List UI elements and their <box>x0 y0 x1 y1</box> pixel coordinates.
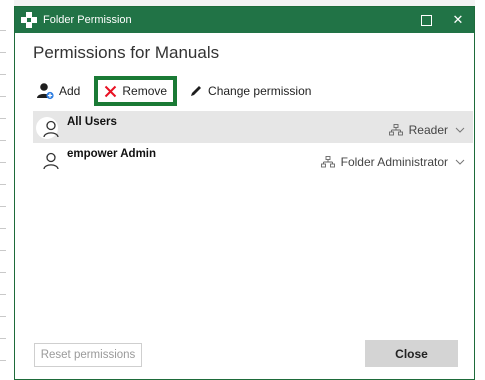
role-value: Reader <box>408 123 448 137</box>
folder-permission-dialog: Folder Permission ✕ Permissions for Manu… <box>14 6 475 380</box>
close-icon: ✕ <box>452 12 464 27</box>
background-sheet-right <box>475 0 485 380</box>
role-value: Folder Administrator <box>340 155 448 169</box>
app-icon <box>21 12 37 28</box>
remove-label: Remove <box>122 84 168 98</box>
add-button[interactable]: Add <box>33 75 84 107</box>
role-dropdown[interactable]: Reader <box>388 123 465 137</box>
role-hierarchy-icon <box>388 124 403 136</box>
chevron-down-icon <box>455 127 465 133</box>
close-button[interactable]: Close <box>365 340 458 367</box>
maximize-icon <box>420 14 432 26</box>
window-title: Folder Permission <box>43 14 132 26</box>
role-dropdown[interactable]: Folder Administrator <box>320 155 465 169</box>
toolbar: Add Remove Change permission <box>33 75 311 107</box>
permission-row-all-users[interactable]: All Users Reader <box>33 111 473 143</box>
page-title: Permissions for Manuals <box>33 43 220 62</box>
title-bar[interactable]: Folder Permission ✕ <box>15 7 474 33</box>
permission-row-empower-admin[interactable]: empower Admin Folder Administrator <box>33 143 473 175</box>
change-permission-button[interactable]: Change permission <box>189 75 311 107</box>
reset-permissions-button[interactable]: Reset permissions <box>34 343 142 367</box>
background-sheet-left <box>0 0 14 380</box>
maximize-button[interactable] <box>410 7 442 33</box>
permission-list: All Users Reader empower Admin Folder Ad… <box>33 111 473 175</box>
remove-button[interactable]: Remove <box>94 76 178 106</box>
user-name: empower Admin <box>67 148 157 160</box>
user-name: All Users <box>67 116 117 128</box>
close-window-button[interactable]: ✕ <box>442 7 474 33</box>
add-label: Add <box>59 84 81 98</box>
add-user-icon <box>37 83 54 100</box>
chevron-down-icon <box>455 159 465 165</box>
pen-icon <box>191 86 202 96</box>
remove-x-icon <box>105 85 117 97</box>
change-permission-label: Change permission <box>208 84 312 98</box>
role-hierarchy-icon <box>320 156 335 168</box>
user-icon <box>43 120 59 138</box>
user-icon <box>43 152 59 170</box>
